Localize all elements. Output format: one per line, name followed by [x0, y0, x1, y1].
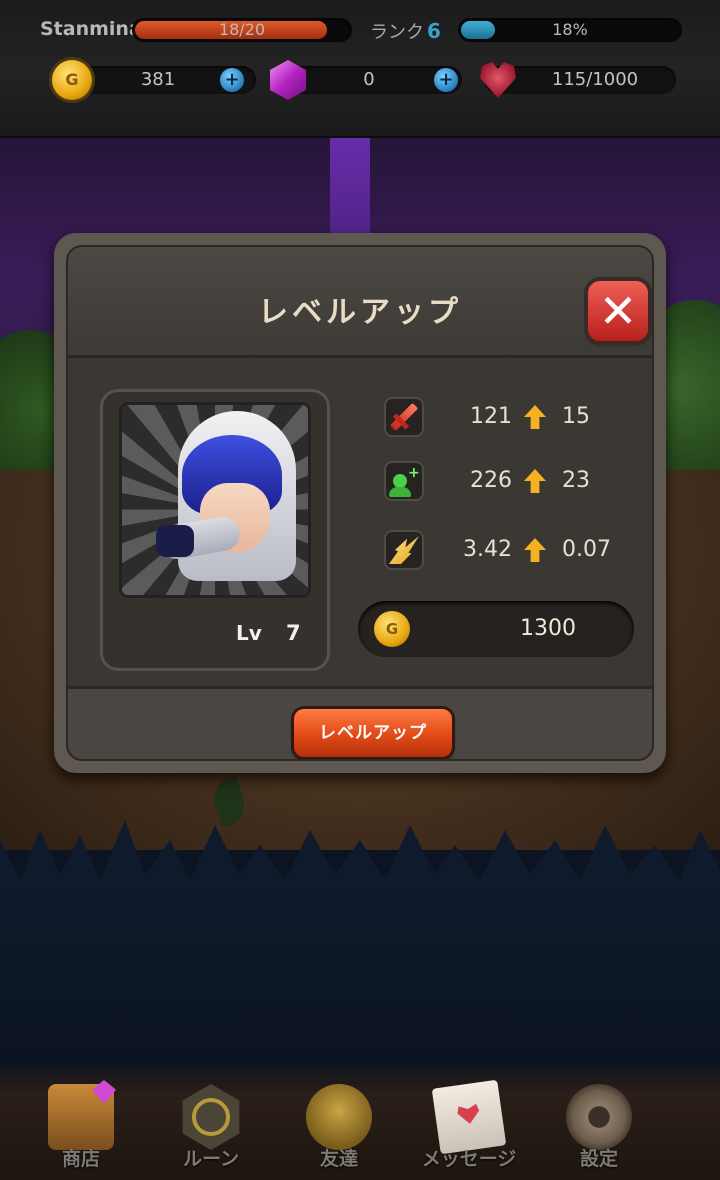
gear-icon	[566, 1084, 632, 1150]
top-status-bar: Stanmina 18/20 ランク 6 18% G 381 + 0 + 115/…	[0, 0, 720, 138]
stat-base: 121	[470, 404, 512, 429]
character-card: Lv 7	[100, 389, 330, 671]
sword-icon	[384, 397, 424, 437]
nav-label: 商店	[61, 1148, 100, 1170]
gem-counter: 0 +	[270, 60, 462, 100]
close-button[interactable]: ✕	[588, 281, 648, 341]
nav-friends[interactable]: 友達	[284, 1080, 394, 1180]
heart-counter: 115/1000	[480, 62, 676, 98]
stat-base: 226	[470, 468, 512, 493]
heart-icon	[480, 62, 516, 98]
nav-label: 設定	[579, 1148, 618, 1170]
stat-increase: 0.07	[562, 537, 611, 562]
nav-messages[interactable]: メッセージ	[414, 1079, 524, 1180]
exp-text: 18%	[552, 20, 588, 39]
bottom-nav: 商店 ルーン 友達 メッセージ 設定	[0, 1060, 720, 1180]
level-up-cost: G 1300	[358, 601, 634, 657]
stat-increase: 15	[562, 404, 590, 429]
level-value: 7	[286, 621, 301, 645]
up-arrow-icon	[524, 469, 546, 493]
character-portrait	[122, 405, 308, 595]
nav-label: 友達	[319, 1148, 358, 1170]
level-label: Lv	[236, 621, 262, 645]
dialog-panel: レベルアップ ✕ Lv 7 121 15 + 226 23 3.42 0.07 …	[66, 245, 654, 761]
heal-icon: +	[384, 461, 424, 501]
nav-label: メッセージ	[421, 1148, 517, 1170]
exp-bar: 18%	[458, 18, 682, 42]
heart-value: 115/1000	[551, 69, 639, 90]
level-up-button[interactable]: レベルアップ	[294, 709, 452, 757]
stat-row-heal: + 226 23	[384, 459, 644, 503]
rune-icon	[182, 1084, 240, 1150]
nav-rune[interactable]: ルーン	[156, 1080, 266, 1180]
buy-gems-button[interactable]: +	[434, 68, 458, 92]
player-name: Stanmina	[40, 18, 142, 40]
stamina-text: 18/20	[218, 20, 266, 39]
treasure-chest-icon	[48, 1080, 116, 1150]
stat-row-attack: 121 15	[384, 395, 644, 439]
coin-icon: G	[374, 611, 410, 647]
up-arrow-icon	[524, 405, 546, 429]
level-up-dialog: レベルアップ ✕ Lv 7 121 15 + 226 23 3.42 0.07 …	[54, 233, 666, 773]
stamina-bar: 18/20	[132, 18, 352, 42]
buy-gold-button[interactable]: +	[220, 68, 244, 92]
rank-label: ランク 6	[370, 19, 441, 43]
cost-value: 1300	[520, 616, 576, 641]
critical-icon	[384, 530, 424, 570]
nav-settings[interactable]: 設定	[544, 1080, 654, 1180]
nav-shop[interactable]: 商店	[26, 1080, 136, 1180]
gold-counter: G 381 +	[52, 60, 256, 100]
rank-value: 6	[427, 19, 441, 43]
dialog-header: レベルアップ	[68, 247, 652, 358]
stat-row-critical: 3.42 0.07	[384, 528, 644, 572]
stat-base: 3.42	[463, 537, 512, 562]
friend-helmet-icon	[306, 1084, 372, 1150]
dialog-title: レベルアップ	[258, 295, 462, 330]
up-arrow-icon	[524, 538, 546, 562]
stat-increase: 23	[562, 468, 590, 493]
nav-label: ルーン	[182, 1148, 240, 1170]
